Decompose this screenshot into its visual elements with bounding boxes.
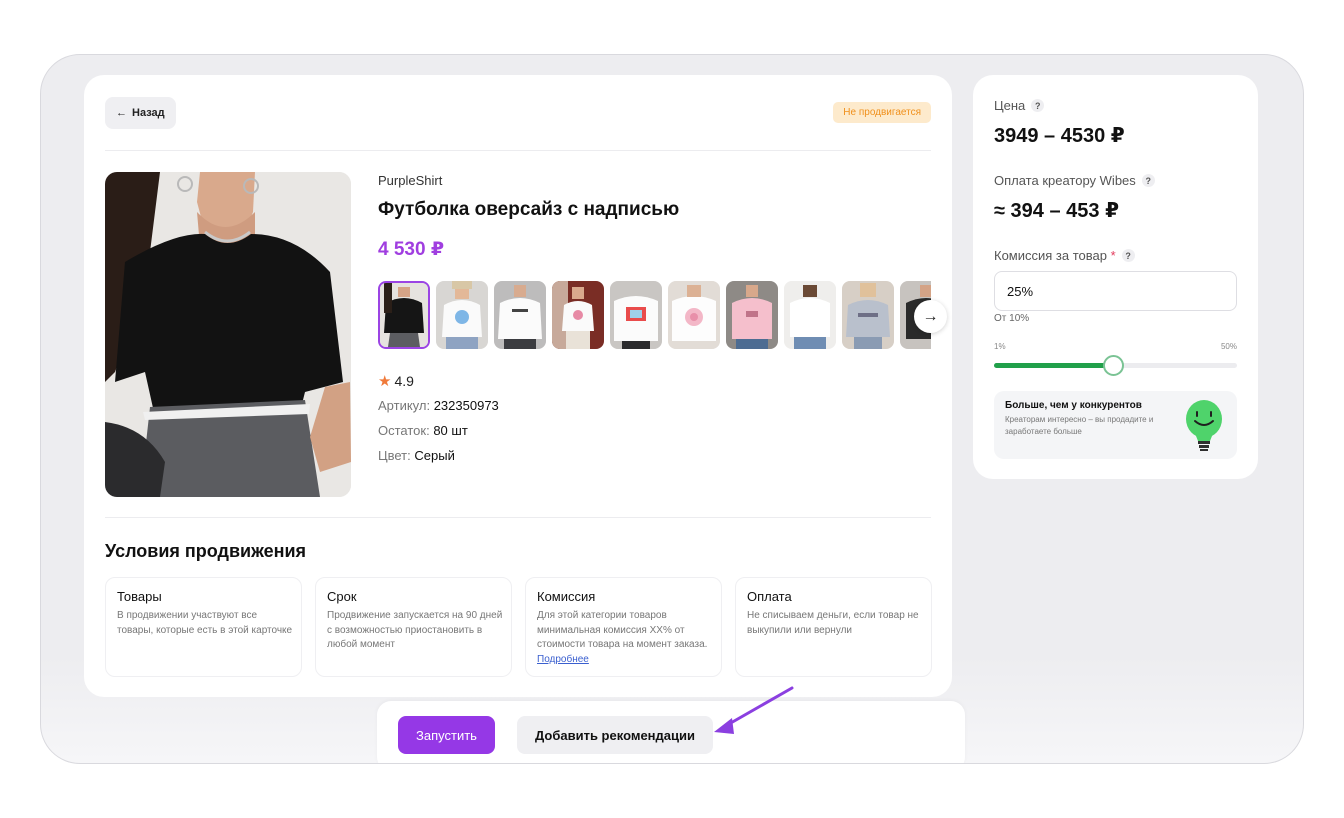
stock-row: Остаток: 80 шт xyxy=(378,423,468,438)
sku-value: 232350973 xyxy=(433,398,499,413)
arrow-right-icon: → xyxy=(922,307,939,325)
add-recommendations-button[interactable]: Добавить рекомендации xyxy=(517,716,713,754)
condition-card-products: Товары В продвижении участвуют все товар… xyxy=(105,577,302,677)
slider-fill xyxy=(994,363,1114,368)
product-main-photo[interactable] xyxy=(105,172,351,497)
condition-card-term: Срок Продвижение запускается на 90 дней … xyxy=(315,577,512,677)
product-brand[interactable]: PurpleShirt xyxy=(378,173,442,188)
thumbnail[interactable] xyxy=(610,281,662,349)
condition-text-body: Для этой категории товаров минимальная к… xyxy=(537,610,708,650)
question-icon[interactable]: ? xyxy=(1141,174,1155,187)
run-button[interactable]: Запустить xyxy=(398,716,495,754)
condition-title: Комиссия xyxy=(537,589,596,604)
slider-max-label: 50% xyxy=(1220,342,1237,351)
condition-text: Не списываем деньги, если товар не выкуп… xyxy=(747,610,919,636)
arrow-left-icon: ← xyxy=(116,107,127,119)
star-icon: ★ xyxy=(378,373,392,390)
thumbnail[interactable] xyxy=(378,281,430,349)
action-bar: Запустить Добавить рекомендации xyxy=(377,701,965,763)
slider-min-label: 1% xyxy=(994,342,1006,351)
product-card: ← Назад Не продвигается PurpleShirt Футб… xyxy=(84,75,952,697)
thumbnail[interactable] xyxy=(436,281,488,349)
commission-label-row: Комиссия за товар * ? xyxy=(994,248,1135,263)
product-title: Футболка оверсайз с надписью xyxy=(378,199,680,220)
required-mark: * xyxy=(1110,248,1116,263)
status-badge: Не продвигается xyxy=(833,102,931,123)
thumbnail[interactable] xyxy=(668,281,720,349)
back-button-label: Назад xyxy=(132,107,165,119)
conditions-list: Товары В продвижении участвуют все товар… xyxy=(105,577,932,677)
thumbnail[interactable] xyxy=(784,281,836,349)
commission-panel: Цена ? 3949 – 4530 ₽ Оплата креатору Wib… xyxy=(973,75,1258,479)
condition-text: Для этой категории товаров минимальная к… xyxy=(537,609,715,667)
color-value: Серый xyxy=(414,448,455,463)
thumbnail-strip xyxy=(378,281,931,351)
condition-text: Продвижение запускается на 90 дней с воз… xyxy=(327,610,503,650)
question-icon[interactable]: ? xyxy=(1031,99,1045,112)
pointer-arrow xyxy=(714,686,794,734)
conditions-title: Условия продвижения xyxy=(105,541,307,561)
sku-row: Артикул: 232350973 xyxy=(378,398,499,413)
creator-pay-label: Оплата креатору Wibes xyxy=(994,173,1136,188)
sku-label: Артикул: xyxy=(378,398,431,413)
back-button[interactable]: ← Назад xyxy=(105,97,176,129)
condition-text: В продвижении участвуют все товары, кото… xyxy=(117,610,293,636)
commission-slider[interactable] xyxy=(994,355,1237,376)
thumbnail[interactable] xyxy=(552,281,604,349)
commission-hint: От 10% xyxy=(994,313,1030,324)
thumbnail[interactable] xyxy=(726,281,778,349)
tip-text: Креаторам интересно – вы продадите и зар… xyxy=(1005,415,1154,436)
thumbnails-next-button[interactable]: → xyxy=(914,300,947,333)
divider xyxy=(105,517,931,518)
thumbnail[interactable] xyxy=(494,281,546,349)
condition-title: Товары xyxy=(117,589,162,604)
color-row: Цвет: Серый xyxy=(378,448,455,463)
condition-card-payment: Оплата Не списываем деньги, если товар н… xyxy=(735,577,932,677)
stock-value: 80 шт xyxy=(433,423,468,438)
thumbnail[interactable] xyxy=(842,281,894,349)
app-frame: ← Назад Не продвигается PurpleShirt Футб… xyxy=(40,54,1304,764)
condition-title: Оплата xyxy=(747,589,792,604)
more-link[interactable]: Подробнее xyxy=(537,654,589,665)
price-label-row: Цена ? xyxy=(994,98,1045,113)
commission-input[interactable] xyxy=(994,271,1237,311)
divider xyxy=(105,150,931,151)
rating-value: 4.9 xyxy=(394,373,414,389)
stock-label: Остаток: xyxy=(378,423,430,438)
question-icon[interactable]: ? xyxy=(1121,249,1135,262)
commission-label: Комиссия за товар * xyxy=(994,248,1116,263)
color-label: Цвет: xyxy=(378,448,411,463)
tip-banner: Больше, чем у конкурентов Креаторам инте… xyxy=(994,391,1237,459)
creator-pay-label-row: Оплата креатору Wibes ? xyxy=(994,173,1155,188)
slider-handle[interactable] xyxy=(1103,355,1125,376)
commission-label-text: Комиссия за товар xyxy=(994,248,1107,263)
product-rating: ★ 4.9 xyxy=(378,372,414,390)
creator-pay-range: ≈ 394 – 453 ₽ xyxy=(994,200,1119,222)
condition-title: Срок xyxy=(327,589,357,604)
price-label: Цена xyxy=(994,98,1026,113)
product-price: 4 530 ₽ xyxy=(378,239,445,260)
price-range: 3949 – 4530 ₽ xyxy=(994,125,1125,147)
condition-card-commission: Комиссия Для этой категории товаров мини… xyxy=(525,577,722,677)
lightbulb-smile-icon xyxy=(1184,399,1224,458)
